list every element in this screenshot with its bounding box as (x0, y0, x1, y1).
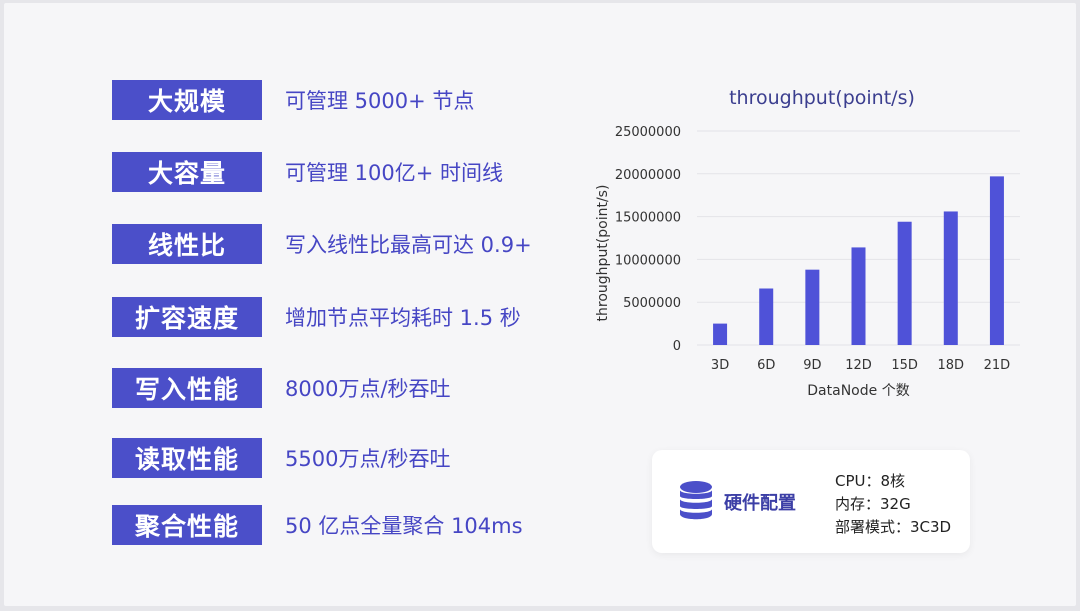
y-tick-label: 25000000 (615, 125, 681, 140)
database-icon (678, 480, 714, 524)
spec-deploy-mode: 部署模式：3C3D (835, 518, 952, 536)
hardware-specs: CPU：8核 内存：32G 部署模式：3C3D (835, 470, 951, 539)
x-tick-label: 21D (984, 358, 1011, 373)
feature-row-agg-perf: 聚合性能 50 亿点全量聚合 104ms (112, 505, 523, 545)
feature-desc: 写入线性比最高可达 0.9+ (285, 233, 532, 257)
feature-row-capacity: 大容量 可管理 100亿+ 时间线 (112, 152, 503, 192)
feature-row-linearity: 线性比 写入线性比最高可达 0.9+ (112, 224, 532, 264)
feature-desc: 可管理 100亿+ 时间线 (285, 161, 504, 185)
feature-row-read-perf: 读取性能 5500万点/秒吞吐 (112, 438, 451, 478)
bar-18D (943, 211, 958, 345)
hardware-card: 硬件配置 CPU：8核 内存：32G 部署模式：3C3D (652, 450, 970, 553)
bar-3D (713, 323, 728, 345)
feature-row-write-perf: 写入性能 8000万点/秒吞吐 (112, 368, 451, 408)
feature-desc: 8000万点/秒吞吐 (285, 377, 451, 401)
bar-15D (897, 221, 912, 345)
x-tick-label: 6D (757, 358, 775, 373)
feature-badge: 大容量 (112, 152, 262, 192)
feature-badge: 大规模 (112, 80, 262, 120)
feature-badge: 读取性能 (112, 438, 262, 478)
feature-badge: 扩容速度 (112, 297, 262, 337)
feature-desc: 可管理 5000+ 节点 (285, 89, 475, 113)
feature-row-scaling-speed: 扩容速度 增加节点平均耗时 1.5 秒 (112, 297, 521, 337)
spec-cpu: CPU：8核 (835, 472, 906, 490)
x-axis-label: DataNode 个数 (807, 383, 909, 399)
feature-row-scale: 大规模 可管理 5000+ 节点 (112, 80, 474, 120)
feature-badge: 聚合性能 (112, 505, 262, 545)
bar-6D (759, 288, 774, 345)
feature-badge: 写入性能 (112, 368, 262, 408)
throughput-chart: 0 5000000 10000000 15000000 20000000 25000000… (595, 125, 1020, 399)
x-tick-label: 12D (845, 358, 872, 373)
x-tick-label: 3D (711, 358, 729, 373)
spec-memory: 内存：32G (835, 495, 911, 513)
y-tick-label: 15000000 (615, 211, 681, 226)
feature-desc: 50 亿点全量聚合 104ms (285, 514, 523, 538)
x-tick-label: 15D (891, 358, 918, 373)
y-tick-label: 10000000 (615, 253, 681, 268)
bar-12D (851, 247, 866, 345)
feature-badge: 线性比 (112, 224, 262, 264)
bar-21D (989, 176, 1004, 345)
bar-9D (805, 269, 820, 345)
feature-desc: 增加节点平均耗时 1.5 秒 (285, 306, 521, 330)
y-axis-label: throughput(point/s) (595, 185, 611, 322)
y-tick-label: 0 (673, 339, 681, 354)
chart-title: throughput(point/s) (729, 87, 915, 109)
feature-desc: 5500万点/秒吞吐 (285, 447, 451, 471)
y-tick-label: 5000000 (623, 296, 681, 311)
x-tick-label: 18D (938, 358, 965, 373)
hardware-label: 硬件配置 (724, 493, 796, 514)
x-tick-label: 9D (803, 358, 821, 373)
y-tick-label: 20000000 (615, 168, 681, 183)
